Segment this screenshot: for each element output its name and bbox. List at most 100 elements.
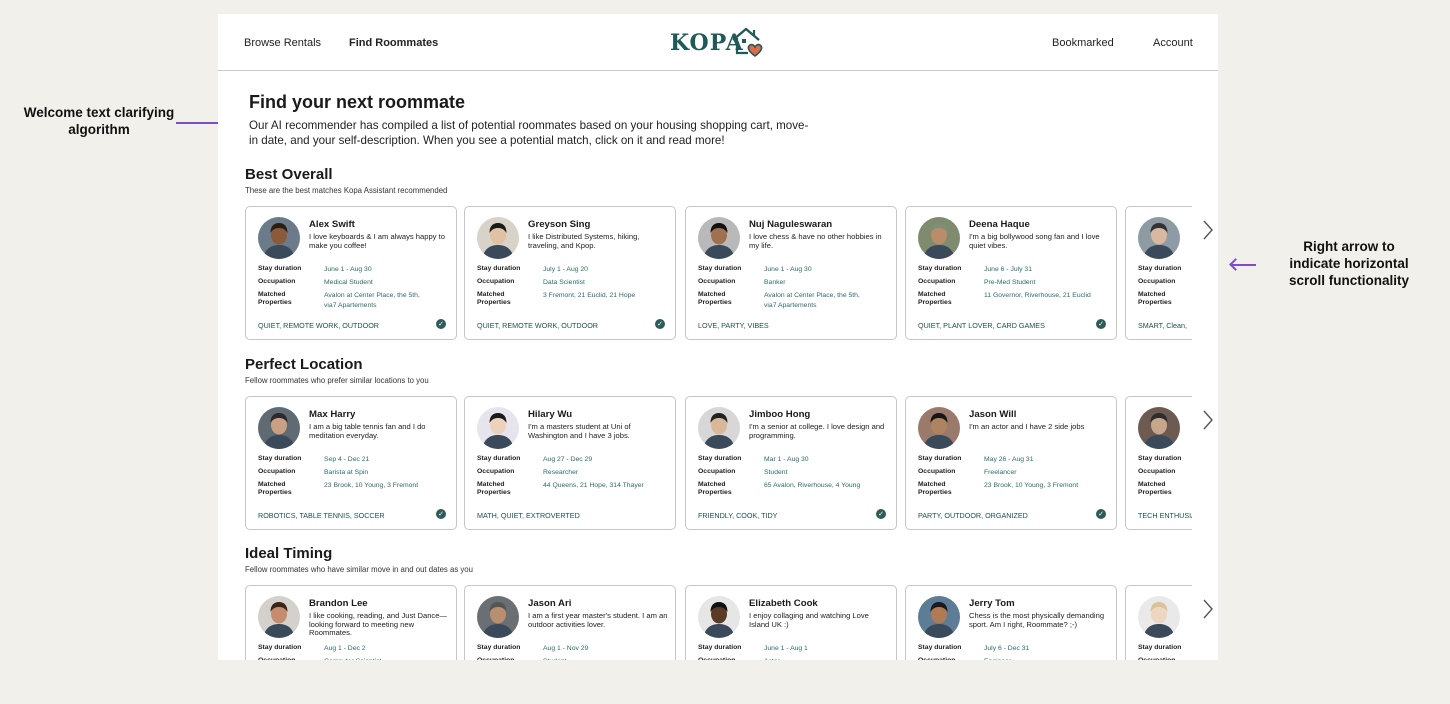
roommate-card[interactable]: Max Harry I am a big table tennis fan an… xyxy=(245,396,457,530)
roommate-bio: Chess is the most physically demanding s… xyxy=(969,611,1105,629)
stay-duration-value: Sep 4 - Dec 21 xyxy=(324,456,370,463)
stay-duration-label: Stay duration xyxy=(1138,265,1182,272)
matched-properties-value: 11 Governor, Riverhouse, 21 Euclid xyxy=(984,292,1091,299)
avatar xyxy=(258,407,300,449)
roommate-card[interactable]: Jason Ari I am a first year master's stu… xyxy=(464,585,676,660)
chevron-right-icon[interactable] xyxy=(1201,597,1215,621)
occupation-value: Student xyxy=(764,469,788,476)
occupation-value: Medical Student xyxy=(324,279,373,286)
roommate-bio: I'm a masters student at Uni of Washingt… xyxy=(528,422,631,440)
roommate-name: Max Harry xyxy=(309,409,356,420)
roommate-card[interactable]: Deena Haque I'm a big bollywood song fan… xyxy=(905,206,1117,340)
occupation-label: Occupation xyxy=(477,657,537,660)
matched-properties-label: Matched Properties xyxy=(258,481,292,496)
verified-check-icon: ✓ xyxy=(436,319,446,329)
avatar xyxy=(918,596,960,638)
roommate-name: Elizabeth Cook xyxy=(749,598,818,609)
occupation-value: Banker xyxy=(764,279,786,286)
chevron-right-icon[interactable] xyxy=(1201,408,1215,432)
matched-properties-label: Matched Properties xyxy=(258,291,292,306)
avatar xyxy=(698,217,740,259)
matched-properties-label: Matched Properties xyxy=(918,481,952,496)
roommate-card[interactable]: Nuj Naguleswaran I love chess & have no … xyxy=(685,206,897,340)
matched-properties-label: Matched Properties xyxy=(1138,291,1172,306)
roommate-card[interactable]: Greyson Sing I like Distributed Systems,… xyxy=(464,206,676,340)
stay-duration-label: Stay duration xyxy=(698,455,742,462)
person-photo xyxy=(698,407,740,449)
roommate-bio: I am a big table tennis fan and I do med… xyxy=(309,422,426,440)
person-photo xyxy=(477,217,519,259)
roommate-name: Nuj Naguleswaran xyxy=(749,219,833,230)
welcome-section: Find your next roommate Our AI recommend… xyxy=(249,92,849,148)
roommate-card[interactable]: Jason Will I'm an actor and I have 2 sid… xyxy=(905,396,1117,530)
stay-duration-label: Stay duration xyxy=(918,455,962,462)
nav-find-roommates[interactable]: Find Roommates xyxy=(349,37,438,49)
avatar xyxy=(918,217,960,259)
occupation-label: Occupation xyxy=(1138,278,1176,285)
roommate-bio: I'm a senior at college. I love design a… xyxy=(749,422,885,440)
chevron-right-icon[interactable] xyxy=(1201,218,1215,242)
stay-duration-value: June 1 - Aug 30 xyxy=(764,266,812,273)
roommate-card[interactable]: Stay duration Occupation Matched Propert… xyxy=(1125,396,1192,530)
stay-duration-label: Stay duration xyxy=(258,644,302,651)
occupation-label: Occupation xyxy=(258,468,296,475)
occupation-label: Occupation xyxy=(918,657,978,660)
avatar xyxy=(1138,217,1180,259)
interest-tags: LOVE, PARTY, VIBES xyxy=(698,321,769,330)
avatar xyxy=(918,407,960,449)
stay-duration-value: Aug 27 - Dec 29 xyxy=(543,456,593,463)
roommate-name: Jason Ari xyxy=(528,598,572,609)
roommate-card[interactable]: Jimboo Hong I'm a senior at college. I l… xyxy=(685,396,897,530)
annotation-arrow-left xyxy=(1232,264,1256,266)
matched-properties-label: Matched Properties xyxy=(698,291,732,306)
nav-account[interactable]: Account xyxy=(1153,37,1193,49)
matched-properties-value: 3 Fremont, 21 Euclid, 21 Hope xyxy=(543,292,636,299)
section-subtitle: Fellow roommates who have similar move i… xyxy=(245,565,473,574)
occupation-label: Occupation xyxy=(918,468,956,475)
matched-properties-label: Matched Properties xyxy=(477,481,511,496)
section-subtitle: These are the best matches Kopa Assistan… xyxy=(245,186,448,195)
matched-properties-value: 65 Avalon, Riverhouse, 4 Young xyxy=(764,482,861,489)
occupation-label: Occupation xyxy=(258,657,318,660)
welcome-text: Our AI recommender has compiled a list o… xyxy=(249,119,809,147)
roommate-card[interactable]: Jerry Tom Chess is the most physically d… xyxy=(905,585,1117,660)
verified-check-icon: ✓ xyxy=(436,509,446,519)
roommate-bio: I like Distributed Systems, hiking, trav… xyxy=(528,232,640,250)
verified-check-icon: ✓ xyxy=(1096,509,1106,519)
roommate-card[interactable]: Brandon Lee I like cooking, reading, and… xyxy=(245,585,457,660)
nav-browse-rentals[interactable]: Browse Rentals xyxy=(244,37,321,49)
person-photo xyxy=(918,596,960,638)
nav-bookmarked[interactable]: Bookmarked xyxy=(1052,37,1114,49)
interest-tags: PARTY, OUTDOOR, ORGANIZED xyxy=(918,511,1028,520)
matched-properties-label: Matched Properties xyxy=(477,291,511,306)
roommate-card[interactable]: Hilary Wu I'm a masters student at Uni o… xyxy=(464,396,676,530)
roommate-name: Deena Haque xyxy=(969,219,1030,230)
person-photo xyxy=(918,217,960,259)
roommate-card[interactable]: Stay duration Occupation Matched Propert… xyxy=(1125,585,1192,660)
stay-duration-label: Stay duration xyxy=(1138,644,1182,651)
matched-properties-label: Matched Properties xyxy=(918,291,952,306)
verified-check-icon: ✓ xyxy=(655,319,665,329)
section-title: Best Overall xyxy=(245,166,333,183)
card-carousel: Brandon Lee I like cooking, reading, and… xyxy=(245,585,1192,660)
stay-duration-label: Stay duration xyxy=(477,265,521,272)
stay-duration-value: Aug 1 - Nov 29 xyxy=(543,645,589,652)
roommate-name: Jerry Tom xyxy=(969,598,1015,609)
roommate-bio: I like cooking, reading, and Just Dance—… xyxy=(309,611,448,638)
occupation-label: Occupation xyxy=(698,278,736,285)
stay-duration-value: June 1 - Aug 30 xyxy=(324,266,372,273)
occupation-value: Student xyxy=(543,657,653,660)
roommate-card[interactable]: Alex Swift I love keyboards & I am alway… xyxy=(245,206,457,340)
interest-tags: TECH ENTHUSIA xyxy=(1138,511,1192,520)
person-photo xyxy=(1138,407,1180,449)
roommate-card[interactable]: Elizabeth Cook I enjoy collaging and wat… xyxy=(685,585,897,660)
stay-duration-label: Stay duration xyxy=(477,644,521,651)
verified-check-icon: ✓ xyxy=(876,509,886,519)
roommate-card[interactable]: Stay duration Occupation Matched Propert… xyxy=(1125,206,1192,340)
avatar xyxy=(477,596,519,638)
stay-duration-value: July 1 - Aug 20 xyxy=(543,266,588,273)
occupation-label: Occupation xyxy=(258,278,296,285)
person-photo xyxy=(258,217,300,259)
avatar xyxy=(1138,407,1180,449)
section-title: Perfect Location xyxy=(245,356,363,373)
